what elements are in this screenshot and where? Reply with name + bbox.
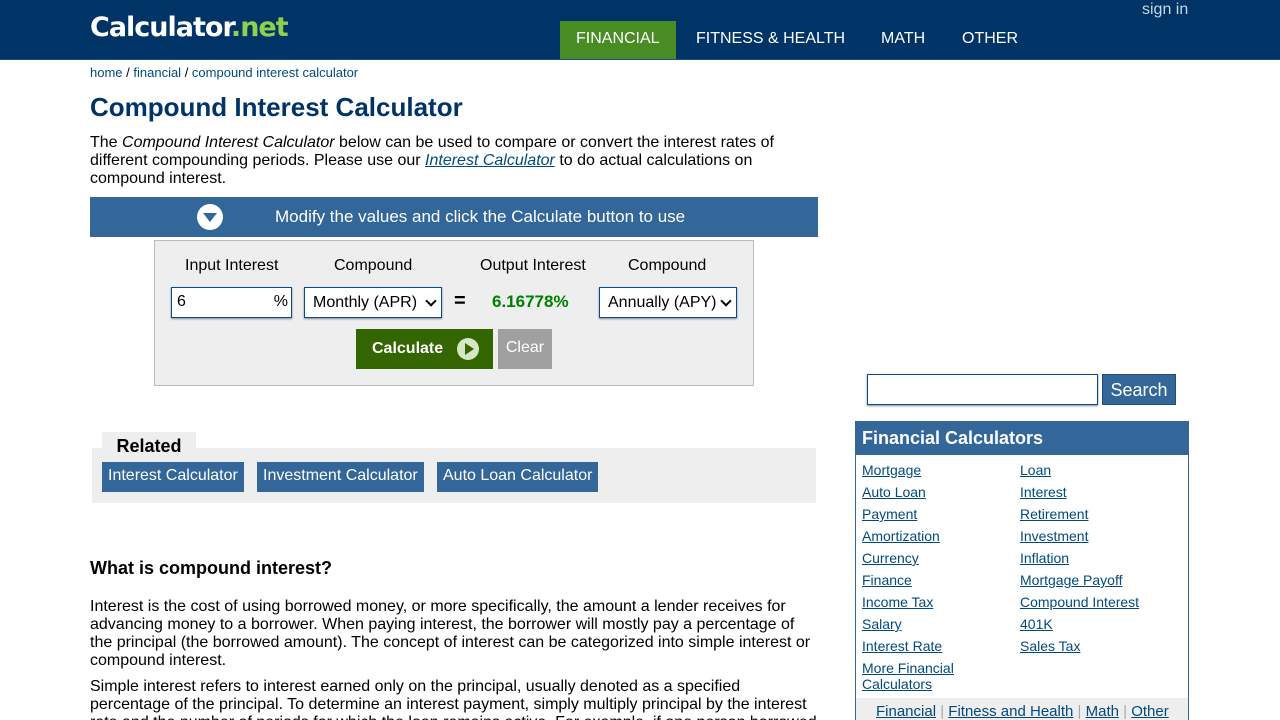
play-icon (457, 338, 479, 360)
compound-in-select[interactable]: Monthly (APR) (304, 287, 442, 318)
interest-calculator-link[interactable]: Interest Calculator (425, 152, 555, 169)
page-title: Compound Interest Calculator (90, 92, 463, 122)
compound-out-select[interactable]: Annually (APY) (599, 287, 737, 318)
search-button[interactable]: Search (1102, 374, 1176, 405)
sidebar-link-payment[interactable]: Payment (862, 506, 917, 522)
chevron-down-icon (720, 295, 732, 307)
sidebar-link-mortgage-payoff[interactable]: Mortgage Payoff (1020, 572, 1122, 588)
breadcrumb: home / financial / compound interest cal… (90, 65, 359, 80)
nav-fitness-health[interactable]: FITNESS & HEALTH (680, 21, 861, 59)
sidebar-link-more-financial[interactable]: More Financial Calculators (862, 660, 954, 692)
interest-input-wrapper: % (171, 287, 292, 318)
sidebar-link-interest-rate[interactable]: Interest Rate (862, 638, 942, 654)
panel-title: Financial Calculators (856, 422, 1188, 455)
input-interest-label: Input Interest (185, 257, 279, 274)
sidebar-link-sales-tax[interactable]: Sales Tax (1020, 638, 1080, 654)
sidebar-link-loan[interactable]: Loan (1020, 462, 1051, 478)
compound-out-label: Compound (628, 257, 707, 274)
sidebar-link-compound-interest[interactable]: Compound Interest (1020, 594, 1139, 610)
output-interest-value: 6.16778% (492, 292, 569, 311)
clear-button[interactable]: Clear (498, 329, 552, 369)
equals-sign: = (454, 290, 466, 312)
intro-paragraph: The Compound Interest Calculator below c… (90, 134, 774, 187)
breadcrumb-financial[interactable]: financial (133, 65, 181, 80)
interest-rate-input[interactable] (177, 292, 267, 312)
sidebar-link-income-tax[interactable]: Income Tax (862, 594, 933, 610)
related-interest-calculator[interactable]: Interest Calculator (102, 462, 244, 492)
calculator-panel: Input Interest Compound Output Interest … (154, 240, 754, 386)
calculate-button[interactable]: Calculate (356, 329, 493, 369)
sidebar-link-finance[interactable]: Finance (862, 572, 912, 588)
related-investment-calculator[interactable]: Investment Calculator (257, 462, 424, 492)
nav-other[interactable]: OTHER (946, 21, 1034, 59)
category-footer: Financial | Fitness and Health | Math | … (856, 698, 1188, 720)
sidebar-link-retirement[interactable]: Retirement (1020, 506, 1088, 522)
modify-values-bar[interactable]: Modify the values and click the Calculat… (90, 197, 818, 237)
breadcrumb-current[interactable]: compound interest calculator (192, 65, 358, 80)
nav-math[interactable]: MATH (865, 21, 941, 59)
chevron-down-icon (425, 295, 437, 307)
sidebar-link-amortization[interactable]: Amortization (862, 528, 940, 544)
sidebar-link-investment[interactable]: Investment (1020, 528, 1088, 544)
sidebar-link-salary[interactable]: Salary (862, 616, 902, 632)
footer-link-fitness-health[interactable]: Fitness and Health (948, 703, 1073, 720)
breadcrumb-home[interactable]: home (90, 65, 123, 80)
compound-in-label: Compound (334, 257, 413, 274)
article-paragraph-2: Simple interest refers to interest earne… (90, 678, 817, 720)
output-interest-label: Output Interest (480, 257, 586, 274)
nav-financial[interactable]: FINANCIAL (560, 21, 676, 59)
modify-values-text: Modify the values and click the Calculat… (275, 207, 686, 226)
related-links-box: Interest Calculator Investment Calculato… (92, 448, 816, 503)
financial-calculators-panel: Financial Calculators Mortgage Auto Loan… (855, 421, 1189, 720)
section-heading: What is compound interest? (90, 558, 333, 578)
sidebar-link-mortgage[interactable]: Mortgage (862, 462, 921, 478)
related-auto-loan-calculator[interactable]: Auto Loan Calculator (437, 462, 599, 492)
site-logo[interactable]: Calculator.net (90, 12, 289, 43)
search-input[interactable] (867, 374, 1098, 405)
related-heading: Related (102, 432, 196, 458)
footer-link-financial[interactable]: Financial (876, 703, 936, 720)
sidebar-link-currency[interactable]: Currency (862, 550, 919, 566)
sidebar-link-interest[interactable]: Interest (1020, 484, 1067, 500)
sidebar-link-inflation[interactable]: Inflation (1020, 550, 1069, 566)
chevron-down-circle-icon[interactable] (197, 204, 223, 230)
sidebar-link-401k[interactable]: 401K (1020, 616, 1053, 632)
footer-link-other[interactable]: Other (1131, 703, 1169, 720)
article-paragraph-1: Interest is the cost of using borrowed m… (90, 598, 811, 669)
top-header: Calculator.net sign in FINANCIAL FITNESS… (0, 0, 1280, 60)
percent-sign: % (273, 293, 288, 310)
sidebar-link-auto-loan[interactable]: Auto Loan (862, 484, 926, 500)
sign-in-link[interactable]: sign in (1142, 1, 1188, 19)
footer-link-math[interactable]: Math (1086, 703, 1119, 720)
